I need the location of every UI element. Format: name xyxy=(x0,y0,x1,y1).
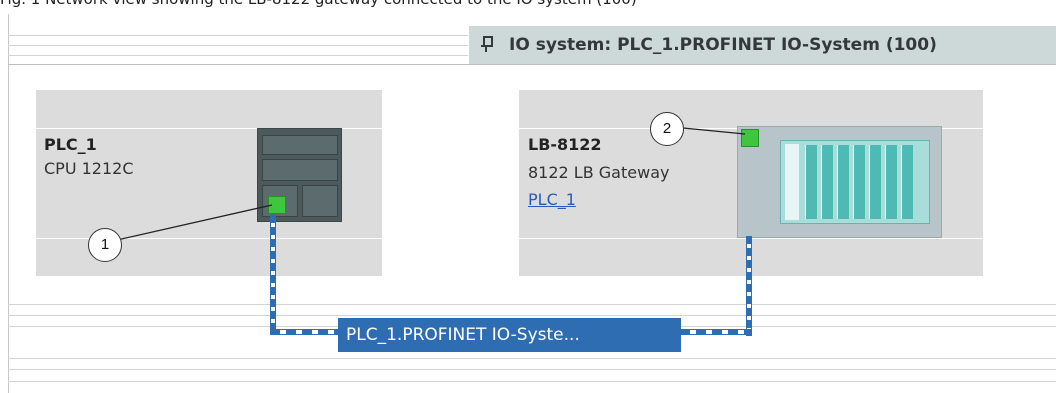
callout-leaders xyxy=(116,127,746,241)
callout-2: 2 xyxy=(650,112,684,146)
callout-2-leader xyxy=(682,127,746,135)
callout-1: 1 xyxy=(88,228,122,262)
callout-1-leader xyxy=(116,204,273,241)
